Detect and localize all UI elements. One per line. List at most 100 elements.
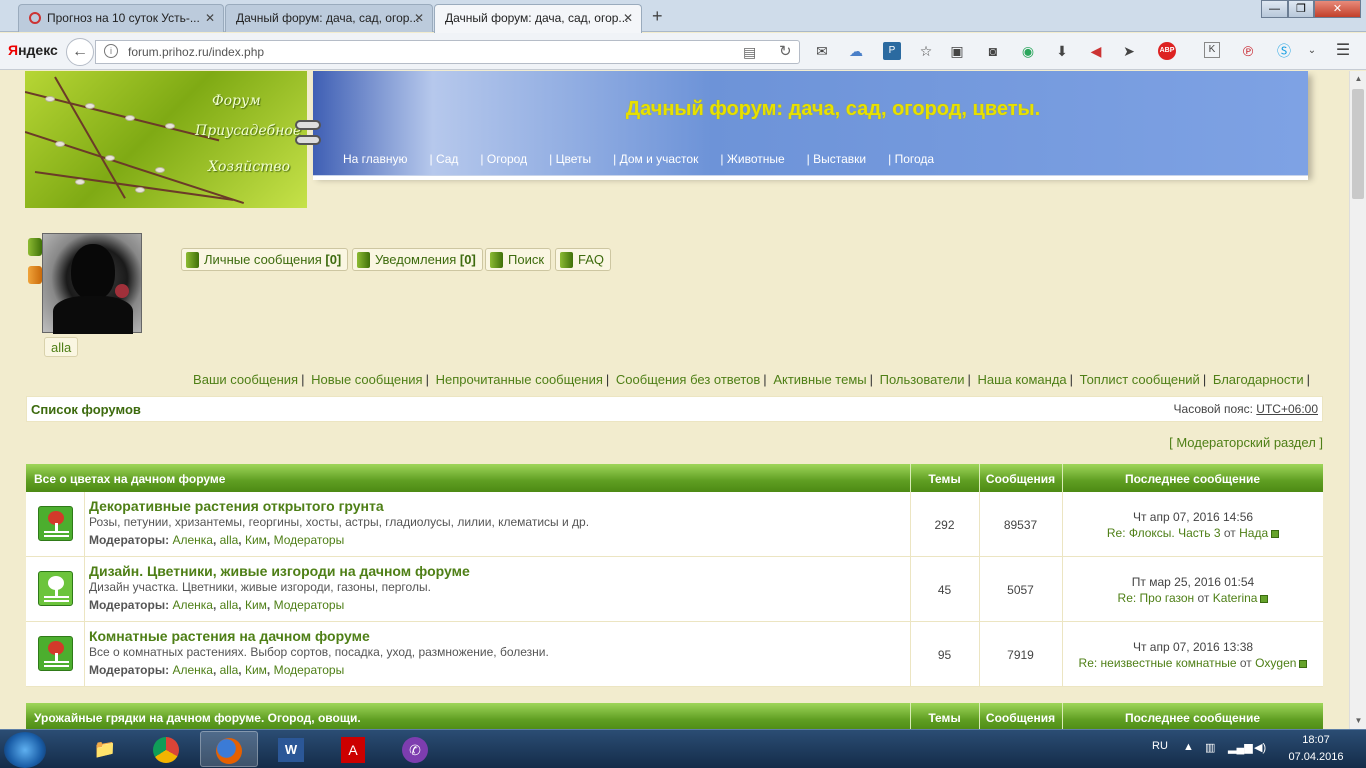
taskbar-viber-icon[interactable]: ✆: [386, 731, 444, 767]
clock-date[interactable]: 07.04.2016: [1286, 751, 1346, 763]
private-messages-button[interactable]: Личные сообщения [0]: [181, 248, 349, 271]
browser-tab-forum-active[interactable]: Дачный форум: дача, сад, огор... ✕: [434, 4, 642, 33]
mail-icon[interactable]: ✉: [813, 42, 831, 60]
window-maximize-button[interactable]: ❐: [1288, 0, 1314, 18]
nav-link-home[interactable]: На главную: [343, 152, 407, 166]
network-signal-icon[interactable]: ▂▄▆: [1228, 741, 1253, 754]
side-green-tab[interactable]: [28, 238, 42, 256]
site-info-icon[interactable]: i: [104, 44, 118, 58]
bookmark-star-icon[interactable]: ☆: [917, 42, 935, 60]
forum-title[interactable]: Комнатные растения на дачном форуме: [89, 628, 370, 644]
window-close-button[interactable]: ✕: [1314, 0, 1361, 18]
link-unanswered-posts[interactable]: Сообщения без ответов: [613, 372, 763, 387]
back-arrow-icon: ←: [72, 43, 88, 60]
last-post-link[interactable]: Re: Флоксы. Часть 3: [1107, 526, 1221, 540]
k-extension-icon[interactable]: K: [1204, 42, 1220, 58]
link-team[interactable]: Наша команда: [975, 372, 1070, 387]
taskbar-chrome-icon[interactable]: [137, 731, 195, 767]
dropdown-chevron-icon[interactable]: ⌄: [1303, 42, 1321, 60]
goto-post-icon[interactable]: [1271, 529, 1280, 538]
download-icon[interactable]: ⬇: [1053, 42, 1071, 60]
extension-circle-icon[interactable]: ◉: [1019, 42, 1037, 60]
breadcrumb-forum-index[interactable]: Список форумов: [31, 402, 141, 417]
taskbar-word-icon[interactable]: W: [262, 731, 320, 767]
back-button[interactable]: ←: [66, 38, 94, 66]
window-minimize-button[interactable]: —: [1261, 0, 1288, 18]
tab-close-icon[interactable]: ✕: [414, 11, 424, 25]
pinterest-icon[interactable]: ℗: [1239, 42, 1257, 60]
cube-icon: [490, 252, 503, 268]
reader-view-icon[interactable]: ▤: [743, 44, 756, 61]
nav-link-exhibitions[interactable]: Выставки: [813, 152, 866, 166]
nav-link-house[interactable]: Дом и участок: [620, 152, 699, 166]
clipboard-icon[interactable]: ▣: [948, 42, 966, 60]
sound-icon[interactable]: ◀: [1087, 42, 1105, 60]
adblock-icon[interactable]: ABP: [1158, 42, 1176, 60]
search-button[interactable]: Поиск: [485, 248, 552, 271]
cloud-icon[interactable]: ☁: [847, 42, 865, 60]
browser-tab-forum-1[interactable]: Дачный форум: дача, сад, огор... ✕: [225, 4, 433, 32]
goto-post-icon[interactable]: [1260, 594, 1269, 603]
category-title[interactable]: Все о цветах на дачном форуме: [34, 472, 225, 486]
nav-link-flowers[interactable]: Цветы: [556, 152, 592, 166]
nav-link-animals[interactable]: Животные: [727, 152, 785, 166]
link-new-posts[interactable]: Новые сообщения: [308, 372, 426, 387]
link-unread-posts[interactable]: Непрочитанные сообщения: [433, 372, 606, 387]
scroll-up-icon[interactable]: ▲: [1350, 71, 1366, 87]
url-text[interactable]: forum.prihoz.ru/index.php: [128, 45, 264, 59]
forum-logo[interactable]: Форум Приусадебное Хозяйство: [25, 71, 307, 208]
browser-tab-weather[interactable]: Прогноз на 10 суток Усть-... ✕: [18, 4, 224, 32]
address-bar[interactable]: i forum.prihoz.ru/index.php ▤ ↻: [95, 40, 800, 64]
avatar[interactable]: [42, 233, 142, 334]
last-post-link[interactable]: Re: Про газон: [1118, 591, 1195, 605]
forum-tree-icon[interactable]: [38, 571, 73, 606]
side-orange-tab[interactable]: [28, 266, 42, 284]
tray-device-icon[interactable]: ▥: [1205, 741, 1215, 754]
forum-tree-icon[interactable]: [38, 506, 73, 541]
tray-expand-icon[interactable]: ▲: [1183, 741, 1194, 753]
last-post-link[interactable]: Re: неизвестные комнатные: [1079, 656, 1237, 670]
last-post-author[interactable]: Katerina: [1213, 591, 1258, 605]
input-language[interactable]: RU: [1152, 740, 1168, 752]
forum-title[interactable]: Дизайн. Цветники, живые изгороди на дачн…: [89, 563, 470, 579]
scroll-thumb[interactable]: [1352, 89, 1364, 199]
faq-button[interactable]: FAQ: [555, 248, 612, 271]
nav-link-vegetable-garden[interactable]: Огород: [487, 152, 527, 166]
link-top-posters[interactable]: Топлист сообщений: [1077, 372, 1203, 387]
nav-link-garden[interactable]: Сад: [436, 152, 458, 166]
reload-icon[interactable]: ↻: [779, 42, 792, 60]
forum-tree-icon[interactable]: [38, 636, 73, 671]
notifications-button[interactable]: Уведомления [0]: [352, 248, 483, 271]
col-topics: Темы: [928, 711, 961, 725]
taskbar-acrobat-icon[interactable]: A: [324, 731, 382, 767]
link-thanks[interactable]: Благодарности: [1210, 372, 1307, 387]
new-tab-button[interactable]: +: [652, 6, 663, 27]
menu-icon[interactable]: ☰: [1334, 42, 1352, 60]
category-title[interactable]: Урожайные грядки на дачном форуме. Огоро…: [34, 711, 361, 725]
username-link[interactable]: alla: [44, 337, 79, 357]
link-members[interactable]: Пользователи: [877, 372, 968, 387]
pocket-icon[interactable]: ◙: [984, 42, 1002, 60]
forum-title[interactable]: Декоративные растения открытого грунта: [89, 498, 384, 514]
send-icon[interactable]: ➤: [1120, 42, 1138, 60]
link-your-posts[interactable]: Ваши сообщения: [190, 372, 301, 387]
yandex-logo[interactable]: Яндекс: [8, 42, 58, 58]
nav-link-weather[interactable]: Погода: [895, 152, 935, 166]
start-button[interactable]: [4, 732, 46, 768]
link-active-topics[interactable]: Активные темы: [770, 372, 869, 387]
taskbar-firefox-icon[interactable]: [200, 731, 258, 767]
skype-icon[interactable]: Ⓢ: [1275, 42, 1293, 60]
volume-icon[interactable]: ◀): [1254, 741, 1266, 754]
goto-post-icon[interactable]: [1299, 659, 1308, 668]
taskbar-explorer-icon[interactable]: 📁: [76, 731, 134, 767]
moderator-section-link[interactable]: [ Модераторский раздел ]: [0, 435, 1323, 450]
last-post-author[interactable]: Нада: [1239, 526, 1268, 540]
tab-close-icon[interactable]: ✕: [205, 11, 215, 25]
last-post-author[interactable]: Oxygen: [1255, 656, 1296, 670]
scroll-down-icon[interactable]: ▼: [1350, 713, 1366, 729]
p-extension-icon[interactable]: P: [883, 42, 901, 60]
tab-close-icon[interactable]: ✕: [623, 11, 633, 25]
page-scrollbar[interactable]: ▲ ▼: [1349, 71, 1366, 729]
clock-time[interactable]: 18:07: [1286, 734, 1346, 746]
avatar-silhouette-head: [71, 244, 115, 300]
